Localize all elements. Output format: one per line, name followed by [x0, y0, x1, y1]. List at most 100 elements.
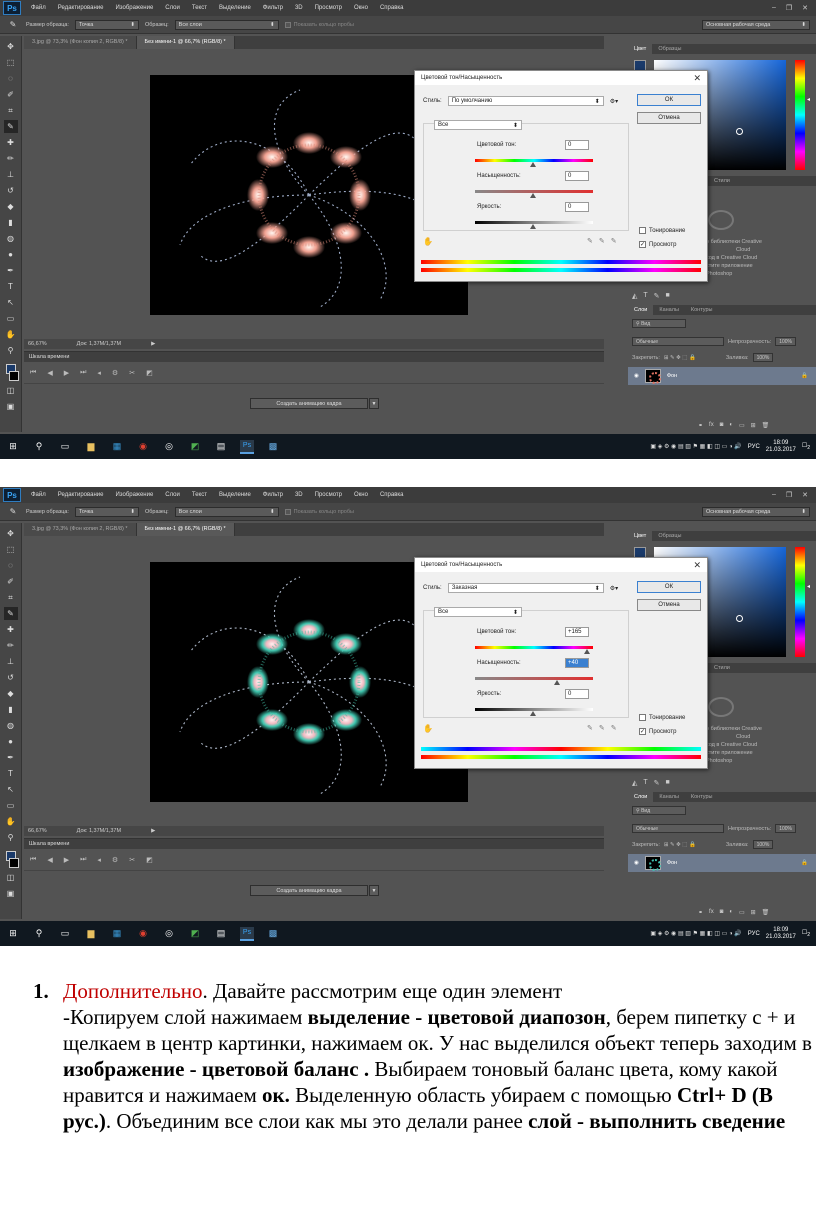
gear-icon[interactable]: ⚙▾	[610, 98, 618, 105]
hue-slider[interactable]	[475, 646, 593, 649]
adjustment-icon[interactable]: ◐	[729, 909, 733, 916]
next-frame-icon[interactable]: ⏭	[80, 856, 86, 864]
brush-icon[interactable]: ✎	[654, 779, 660, 787]
doc-tab-3jpg[interactable]: 3.jpg @ 73,3% (Фон копия 2, RGB/8) *	[24, 36, 137, 49]
lock-icons[interactable]: ⊞ ✎ ✥ ⬚ 🔒	[664, 355, 696, 361]
windows-start-icon[interactable]: ⊞	[6, 927, 20, 941]
menu-help[interactable]: Справка	[374, 492, 410, 498]
play-icon[interactable]: ▶	[64, 369, 69, 377]
style-select[interactable]: По умолчанию ⬍	[447, 96, 604, 106]
settings-icon[interactable]: ⚙	[112, 856, 118, 864]
fill-icon[interactable]: ■	[666, 779, 670, 787]
app-icon[interactable]: ◩	[188, 927, 202, 941]
search-icon[interactable]: ⚲	[32, 440, 46, 454]
shape-tool-icon[interactable]: ▭	[4, 312, 18, 325]
play-icon[interactable]: ▶	[64, 856, 69, 864]
minimize-icon[interactable]: –	[772, 4, 776, 12]
saturation-slider-thumb[interactable]	[530, 193, 536, 198]
quick-select-tool-icon[interactable]: ✐	[4, 88, 18, 101]
play-icon[interactable]: ▶	[151, 828, 155, 834]
ok-button[interactable]: ОК	[637, 581, 701, 593]
create-frame-animation-button[interactable]: Создать анимацию кадра	[250, 398, 368, 409]
menu-edit[interactable]: Редактирование	[52, 492, 110, 498]
restore-icon[interactable]: ❐	[786, 491, 792, 499]
shape-tool-icon[interactable]: ▭	[4, 799, 18, 812]
hand-tool-icon[interactable]: ✋	[4, 815, 18, 828]
task-view-icon[interactable]: ▭	[58, 927, 72, 941]
task-view-icon[interactable]: ▭	[58, 440, 72, 454]
saturation-input[interactable]: 0	[565, 171, 589, 181]
workspace-select[interactable]: Основная рабочая среда ⬍	[702, 506, 810, 517]
store-icon[interactable]: ▦	[110, 927, 124, 941]
channel-select[interactable]: Все ⬍	[434, 607, 522, 617]
notification-icon[interactable]: ☐2	[802, 929, 810, 938]
explorer-icon[interactable]: ▆	[84, 440, 98, 454]
new-layer-icon[interactable]: ⊞	[751, 422, 756, 429]
type-icon[interactable]: T	[643, 292, 647, 300]
crop-tool-icon[interactable]: ⌗	[4, 591, 18, 604]
menu-file[interactable]: Файл	[25, 492, 52, 498]
lightness-input[interactable]: 0	[565, 689, 589, 699]
fill-input[interactable]: 100%	[752, 353, 774, 362]
tab-channels[interactable]: Каналы	[653, 792, 685, 802]
eyedropper-minus-icon[interactable]: ✎	[611, 724, 617, 732]
chrome-icon[interactable]: ◉	[136, 927, 150, 941]
blur-tool-icon[interactable]: ◍	[4, 232, 18, 245]
lock-icons[interactable]: ⊞ ✎ ✥ ⬚ 🔒	[664, 842, 696, 848]
type-icon[interactable]: T	[643, 779, 647, 787]
mask-icon[interactable]: ◙	[720, 909, 724, 916]
tab-styles[interactable]: Стили	[708, 663, 736, 673]
zoom-level[interactable]: 66,67%	[28, 828, 47, 834]
sample-size-select[interactable]: Точка ⬍	[74, 506, 139, 517]
close-icon[interactable]: ✕	[802, 491, 808, 499]
ok-button[interactable]: ОК	[637, 94, 701, 106]
close-icon[interactable]: ✕	[693, 73, 701, 84]
eyedropper-icon[interactable]: ✎	[587, 237, 593, 245]
history-brush-icon[interactable]: ↺	[4, 184, 18, 197]
sample-select[interactable]: Все слои ⬍	[174, 19, 279, 30]
show-ring-checkbox[interactable]: Показать кольцо пробы	[284, 508, 354, 515]
fx-icon[interactable]: fx	[709, 422, 714, 429]
hand-tool-icon[interactable]: ✋	[4, 328, 18, 341]
notification-icon[interactable]: ☐2	[802, 442, 810, 451]
paint-icon[interactable]: ▤	[214, 440, 228, 454]
first-frame-icon[interactable]: ⏮	[30, 856, 36, 864]
move-tool-icon[interactable]: ✥	[4, 527, 18, 540]
blur-tool-icon[interactable]: ◍	[4, 719, 18, 732]
lightness-slider-thumb[interactable]	[530, 711, 536, 716]
menu-view[interactable]: Просмотр	[309, 492, 348, 498]
folder-icon[interactable]: ▭	[739, 422, 745, 429]
shape-icon[interactable]: ◭	[632, 292, 637, 300]
layer-kind-select[interactable]: ⚲ Вид	[632, 319, 686, 328]
doc-tab-3jpg[interactable]: 3.jpg @ 73,3% (Фон копия 2, RGB/8) *	[24, 523, 137, 536]
eye-icon[interactable]: ◉	[634, 860, 639, 866]
photoshop-taskbar-icon[interactable]: Ps	[240, 926, 254, 941]
history-brush-icon[interactable]: ↺	[4, 671, 18, 684]
brush-tool-icon[interactable]: ✏	[4, 152, 18, 165]
eyedropper-plus-icon[interactable]: ✎	[599, 237, 605, 245]
fx-icon[interactable]: fx	[709, 909, 714, 916]
background-color-swatch[interactable]	[8, 371, 19, 381]
folder-icon[interactable]: ▭	[739, 909, 745, 916]
hue-input[interactable]: +165	[565, 627, 589, 637]
chevron-down-icon[interactable]: ▼	[369, 398, 379, 409]
pen-tool-icon[interactable]: ✒	[4, 751, 18, 764]
menu-3d[interactable]: 3D	[289, 492, 309, 498]
new-layer-icon[interactable]: ⊞	[751, 909, 756, 916]
sample-select[interactable]: Все слои ⬍	[174, 506, 279, 517]
show-ring-checkbox[interactable]: Показать кольцо пробы	[284, 21, 354, 28]
stamp-tool-icon[interactable]: ⊥	[4, 655, 18, 668]
preview-checkbox[interactable]: ✓ Просмотр	[639, 728, 676, 735]
sample-size-select[interactable]: Точка ⬍	[74, 19, 139, 30]
move-tool-icon[interactable]: ✥	[4, 40, 18, 53]
menu-window[interactable]: Окно	[348, 5, 374, 11]
chevron-down-icon[interactable]: ▼	[369, 885, 379, 896]
marquee-tool-icon[interactable]: ⬚	[4, 543, 18, 556]
fill-input[interactable]: 100%	[752, 840, 774, 849]
saturation-slider-thumb[interactable]	[554, 680, 560, 685]
colorize-checkbox[interactable]: Тонирование	[639, 227, 685, 234]
menu-file[interactable]: Файл	[25, 5, 52, 11]
settings-icon[interactable]: ⚙	[112, 369, 118, 377]
audio-icon[interactable]: ◂	[97, 856, 101, 864]
tab-swatches[interactable]: Образцы	[652, 44, 687, 54]
